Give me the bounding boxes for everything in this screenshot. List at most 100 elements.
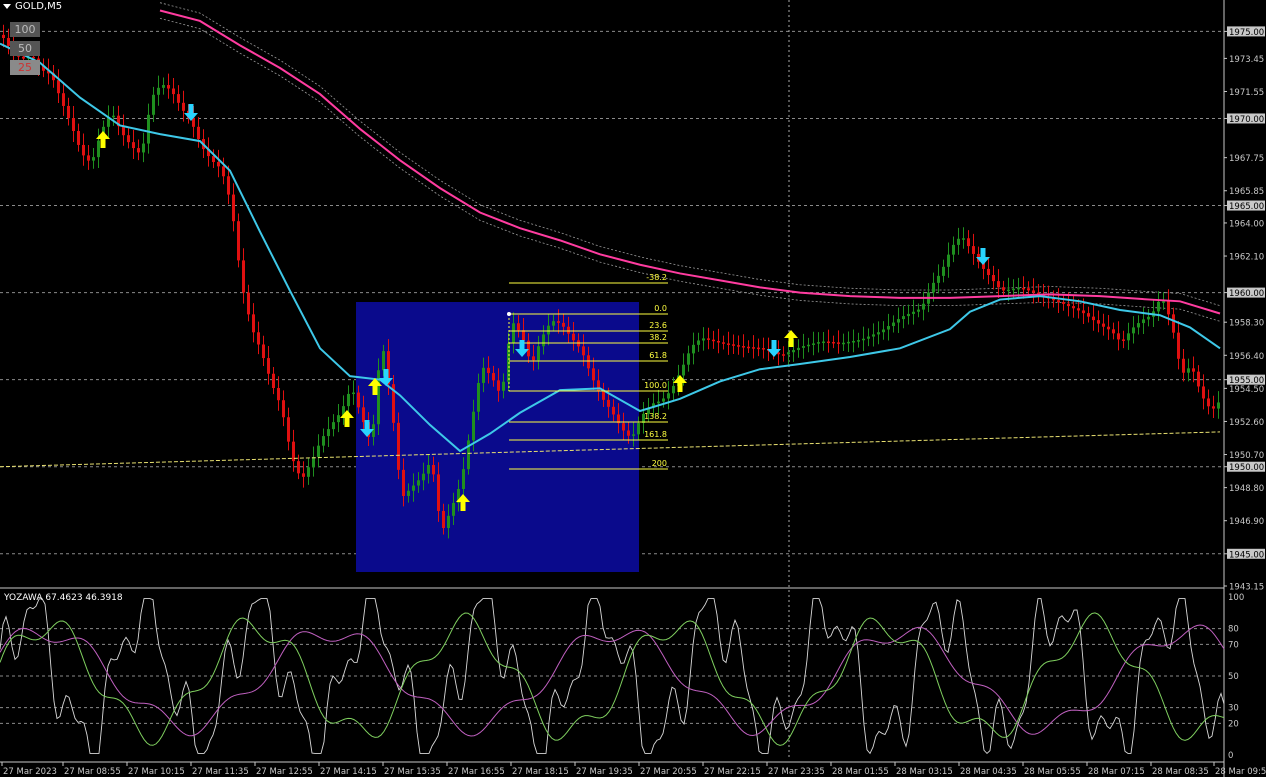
price-tick-label: 1965.00 <box>1229 202 1264 212</box>
candle-bull <box>1137 323 1140 328</box>
candle-bear <box>742 346 745 348</box>
candle-bull <box>537 346 540 361</box>
candle-bear <box>22 56 25 59</box>
candle-bear <box>1002 287 1005 291</box>
candle-bull <box>912 311 915 314</box>
candle-bear <box>732 344 735 346</box>
candle-bear <box>487 367 490 374</box>
candle-bull <box>97 140 100 158</box>
price-tick-label: 1964.00 <box>1229 219 1264 229</box>
time-tick-label: 27 Mar 19:35 <box>576 767 633 777</box>
candle-bull <box>412 485 415 491</box>
candle-bear <box>177 94 180 103</box>
zoom-button-100[interactable]: 100 <box>10 22 40 37</box>
time-tick-label: 27 Mar 15:35 <box>384 767 441 777</box>
zoom-button-25[interactable]: 25 <box>10 60 40 75</box>
candle-bull <box>477 382 480 412</box>
candle-bear <box>1197 371 1200 387</box>
oscillator-slow-line <box>0 624 1225 737</box>
candle-bear <box>1022 287 1025 290</box>
candle-bear <box>267 358 270 374</box>
candle-bear <box>557 321 560 323</box>
candle-bull <box>687 353 690 365</box>
candle-bull <box>792 350 795 353</box>
time-tick-label: 27 Mar 14:15 <box>320 767 377 777</box>
candle-bear <box>1057 300 1060 303</box>
candle-bear <box>57 80 60 94</box>
candle-bull <box>92 157 95 161</box>
price-tick-label: 1946.90 <box>1229 517 1264 527</box>
candle-bull <box>637 423 640 435</box>
candle-bear <box>247 292 250 315</box>
candle-bull <box>902 316 905 320</box>
candle-bear <box>197 126 200 140</box>
candle-bull <box>877 332 880 335</box>
candle-bull <box>892 322 895 327</box>
candle-bear <box>1087 313 1090 317</box>
candle-bull <box>502 381 505 391</box>
candle-bear <box>532 356 535 361</box>
candle-bear <box>992 275 995 282</box>
candle-bear <box>1122 339 1125 341</box>
candle-bear <box>607 399 610 407</box>
candle-bear <box>1182 358 1185 373</box>
candle-bull <box>822 341 825 344</box>
candle-bear <box>1072 306 1075 309</box>
candle-bear <box>132 142 135 149</box>
price-tick-label: 1950.70 <box>1229 451 1264 461</box>
candle-bull <box>422 473 425 481</box>
candle-bear <box>757 347 760 350</box>
candle-bear <box>242 260 245 293</box>
candle-bear <box>122 126 125 136</box>
candle-bear <box>752 347 755 349</box>
price-tick-label: 1973.45 <box>1229 55 1264 65</box>
candle-bear <box>357 392 360 408</box>
candle-bear <box>567 326 570 334</box>
candle-bull <box>417 480 420 486</box>
candle-bear <box>127 135 130 143</box>
candle-bear <box>1212 406 1215 409</box>
candle-bear <box>1167 301 1170 315</box>
candle-bear <box>67 105 70 119</box>
candle-bull <box>322 436 325 446</box>
chart-canvas[interactable]: -38.20.023.638.261.8100.0138.2161.8200 1… <box>0 0 1266 777</box>
chart-title: GOLD,M5 <box>3 1 62 12</box>
time-tick-label: 28 Mar 08:35 <box>1152 767 1209 777</box>
candle-bull <box>472 411 475 441</box>
candle-bull <box>897 319 900 323</box>
candle-bear <box>262 344 265 359</box>
buy-arrow-icon <box>784 330 798 347</box>
zoom-button-50[interactable]: 50 <box>10 41 40 56</box>
candle-bear <box>967 238 970 247</box>
candle-bull <box>427 464 430 474</box>
price-tick-label: 1952.60 <box>1229 418 1264 428</box>
candle-bull <box>1142 319 1145 324</box>
candle-bull <box>1012 288 1015 291</box>
candle-bull <box>452 502 455 516</box>
candle-bull <box>702 338 705 341</box>
time-tick-label: 27 Mar 2023 <box>3 767 57 777</box>
candle-bear <box>82 144 85 156</box>
candle-bull <box>1217 402 1220 409</box>
price-tick-label: 1948.80 <box>1229 484 1264 494</box>
fib-anchor-point <box>507 312 511 316</box>
time-tick-label: 28 Mar 09:5 <box>1215 767 1266 777</box>
oscillator-tick-label: 0 <box>1228 751 1233 761</box>
candle-bull <box>542 334 545 347</box>
dropdown-triangle-icon[interactable] <box>3 3 11 9</box>
candle-bear <box>1102 323 1105 327</box>
candle-bull <box>547 325 550 335</box>
candle-bull <box>852 341 855 343</box>
price-axis: 1975.00 1973.45 1971.55 1970.00 1967.75 1965.… <box>1223 0 1265 777</box>
time-tick-label: 27 Mar 08:55 <box>64 767 121 777</box>
candle-bull <box>407 490 410 496</box>
candle-bear <box>837 342 840 344</box>
candle-bear <box>997 281 1000 288</box>
candle-bear <box>1172 314 1175 333</box>
candle-bear <box>302 473 305 477</box>
candle-bull <box>482 367 485 383</box>
candle-bear <box>712 339 715 342</box>
time-tick-label: 28 Mar 01:55 <box>832 767 889 777</box>
price-tick-label: 1954.50 <box>1229 385 1264 395</box>
candle-bull <box>692 344 695 354</box>
